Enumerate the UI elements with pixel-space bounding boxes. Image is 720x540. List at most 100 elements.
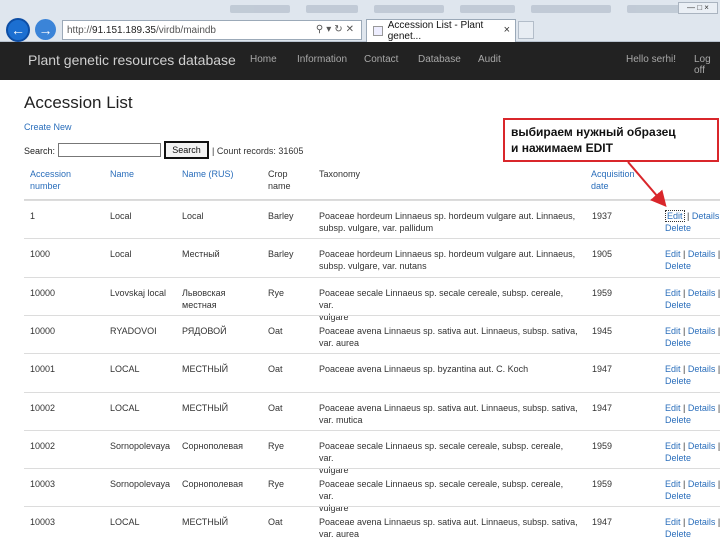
delete-link[interactable]: Delete xyxy=(665,528,720,540)
details-link[interactable]: Details xyxy=(688,441,716,451)
address-bar-icons[interactable]: ⚲▾↻✕ xyxy=(316,24,357,35)
header-crop-name: Crop name xyxy=(268,168,291,192)
search-button[interactable]: Search xyxy=(164,141,209,159)
header-accession-number-line2: number xyxy=(30,181,61,191)
delete-link[interactable]: Delete xyxy=(665,337,720,349)
nav-information[interactable]: Information xyxy=(297,54,347,65)
nav-home[interactable]: Home xyxy=(250,54,277,65)
cell-name: Local xyxy=(110,249,132,260)
annotation-callout: выбираем нужный образец и нажимаем EDIT xyxy=(503,118,719,162)
cell-taxonomy: Poaceae avena Linnaeus sp. sativa aut. L… xyxy=(319,516,579,540)
action-separator: | xyxy=(683,249,686,260)
header-name[interactable]: Name xyxy=(110,168,134,180)
action-separator: | xyxy=(683,479,686,490)
url-host: 91.151.189.35 xyxy=(92,24,156,36)
header-crop-name-line2: name xyxy=(268,181,291,191)
cell-accession-number: 10001 xyxy=(30,364,56,375)
action-separator: | xyxy=(683,287,686,298)
search-label: Search: xyxy=(24,146,56,156)
table-row: 1000 Local Местный Barley Poaceae hordeum Li… xyxy=(0,238,720,276)
action-separator: | xyxy=(683,364,686,375)
nav-database[interactable]: Database xyxy=(418,54,461,65)
header-crop-name-line1: Crop xyxy=(268,169,288,179)
header-acquisition-date[interactable]: Acquisition date xyxy=(591,168,635,192)
row-actions: Edit | Details |Delete xyxy=(665,325,720,349)
forward-arrow-icon[interactable]: → xyxy=(35,19,56,40)
edit-link[interactable]: Edit xyxy=(665,210,685,222)
search-input[interactable] xyxy=(58,143,161,157)
cell-name-rus: МЕСТНЫЙ xyxy=(182,364,229,375)
header-name-rus[interactable]: Name (RUS) xyxy=(182,168,234,180)
delete-link[interactable]: Delete xyxy=(665,414,720,426)
back-arrow-icon[interactable]: ← xyxy=(6,18,30,42)
row-divider xyxy=(24,391,720,393)
delete-link[interactable]: Delete xyxy=(665,490,720,502)
edit-link[interactable]: Edit xyxy=(665,249,681,259)
edit-link[interactable]: Edit xyxy=(665,326,681,336)
cell-name: Lvovskaj local xyxy=(110,287,167,298)
cell-crop-name: Oat xyxy=(268,402,283,413)
table-row: 10002 LOCAL МЕСТНЫЙ Oat Poaceae avena Linnae… xyxy=(0,391,720,430)
cell-name: RYADOVOI xyxy=(110,325,157,336)
edit-link[interactable]: Edit xyxy=(665,288,681,298)
tab-close-icon[interactable]: × xyxy=(504,24,510,36)
cell-taxonomy: Poaceae hordeum Linnaeus sp. hordeum vul… xyxy=(319,210,579,234)
site-brand[interactable]: Plant genetic resources database xyxy=(28,52,236,68)
edit-link[interactable]: Edit xyxy=(665,364,681,374)
header-accession-number[interactable]: Accession number xyxy=(30,168,71,192)
cell-accession-number: 10002 xyxy=(30,440,56,451)
details-link[interactable]: Details xyxy=(688,403,716,413)
table-row: 10000 RYADOVOI РЯДОВОЙ Oat Poaceae avena Lin… xyxy=(0,314,720,353)
create-new-link[interactable]: Create New xyxy=(24,122,72,132)
cell-name: LOCAL xyxy=(110,517,140,528)
header-accession-number-line1: Accession xyxy=(30,169,72,179)
edit-link[interactable]: Edit xyxy=(665,441,681,451)
row-divider xyxy=(24,276,720,278)
delete-link[interactable]: Delete xyxy=(665,452,720,464)
row-actions-line1: Edit | Details | xyxy=(665,440,720,452)
details-link[interactable]: Details xyxy=(688,479,716,489)
details-link[interactable]: Details xyxy=(688,364,716,374)
cell-name: Local xyxy=(110,211,132,221)
cell-name-rus: МЕСТНЫЙ xyxy=(182,402,229,413)
delete-link[interactable]: Delete xyxy=(665,375,720,387)
cell-accession-number: 10003 xyxy=(30,517,56,528)
delete-link[interactable]: Delete xyxy=(665,299,720,311)
cell-taxonomy-line: Poaceae secale Linnaeus sp. secale cerea… xyxy=(319,287,564,310)
table-row: 1 Local Local Barley Poaceae hordeum Linnaeu… xyxy=(0,200,720,238)
details-link[interactable]: Details xyxy=(688,517,716,527)
edit-link[interactable]: Edit xyxy=(665,479,681,489)
cell-acquisition-date: 1947 xyxy=(592,402,613,413)
details-link[interactable]: Details xyxy=(688,326,716,336)
nav-user-greeting[interactable]: Hello serhi! xyxy=(626,54,676,65)
screenshot-root: ← → http://91.151.189.35/virdb/maindb ⚲▾… xyxy=(0,0,720,540)
action-separator: | xyxy=(683,517,686,528)
cell-acquisition-date: 1947 xyxy=(592,364,613,375)
cell-name-rus: Сорнополевая xyxy=(182,479,243,490)
delete-link[interactable]: Delete xyxy=(665,222,720,234)
browser-tab-active[interactable]: Accession List - Plant genet... × xyxy=(366,19,516,42)
row-actions-line1: Edit | Details | xyxy=(665,210,720,222)
cell-taxonomy-line: Poaceae hordeum Linnaeus sp. hordeum vul… xyxy=(319,249,576,260)
edit-link[interactable]: Edit xyxy=(665,517,681,527)
row-actions: Edit | Details |Delete xyxy=(665,478,720,502)
delete-link[interactable]: Delete xyxy=(665,260,720,272)
cell-taxonomy-line: var. mutica xyxy=(319,414,363,425)
row-divider xyxy=(24,353,720,355)
new-tab-button[interactable] xyxy=(518,21,534,39)
cell-acquisition-date: 1937 xyxy=(592,211,613,221)
nav-contact[interactable]: Contact xyxy=(364,54,398,65)
row-actions: Edit | Details |Delete xyxy=(665,363,720,387)
window-controls[interactable]: — □ × xyxy=(678,2,718,14)
address-bar[interactable]: http://91.151.189.35/virdb/maindb ⚲▾↻✕ xyxy=(62,20,362,40)
cell-name-rus: Local xyxy=(182,211,204,221)
details-link[interactable]: Details xyxy=(692,211,720,221)
edit-link[interactable]: Edit xyxy=(665,403,681,413)
cell-name: LOCAL xyxy=(110,402,140,413)
nav-logoff[interactable]: Log off xyxy=(694,54,720,76)
cell-accession-number: 10000 xyxy=(30,287,56,298)
cell-accession-number: 10002 xyxy=(30,402,56,413)
details-link[interactable]: Details xyxy=(688,249,716,259)
details-link[interactable]: Details xyxy=(688,288,716,298)
nav-audit[interactable]: Audit xyxy=(478,54,501,65)
